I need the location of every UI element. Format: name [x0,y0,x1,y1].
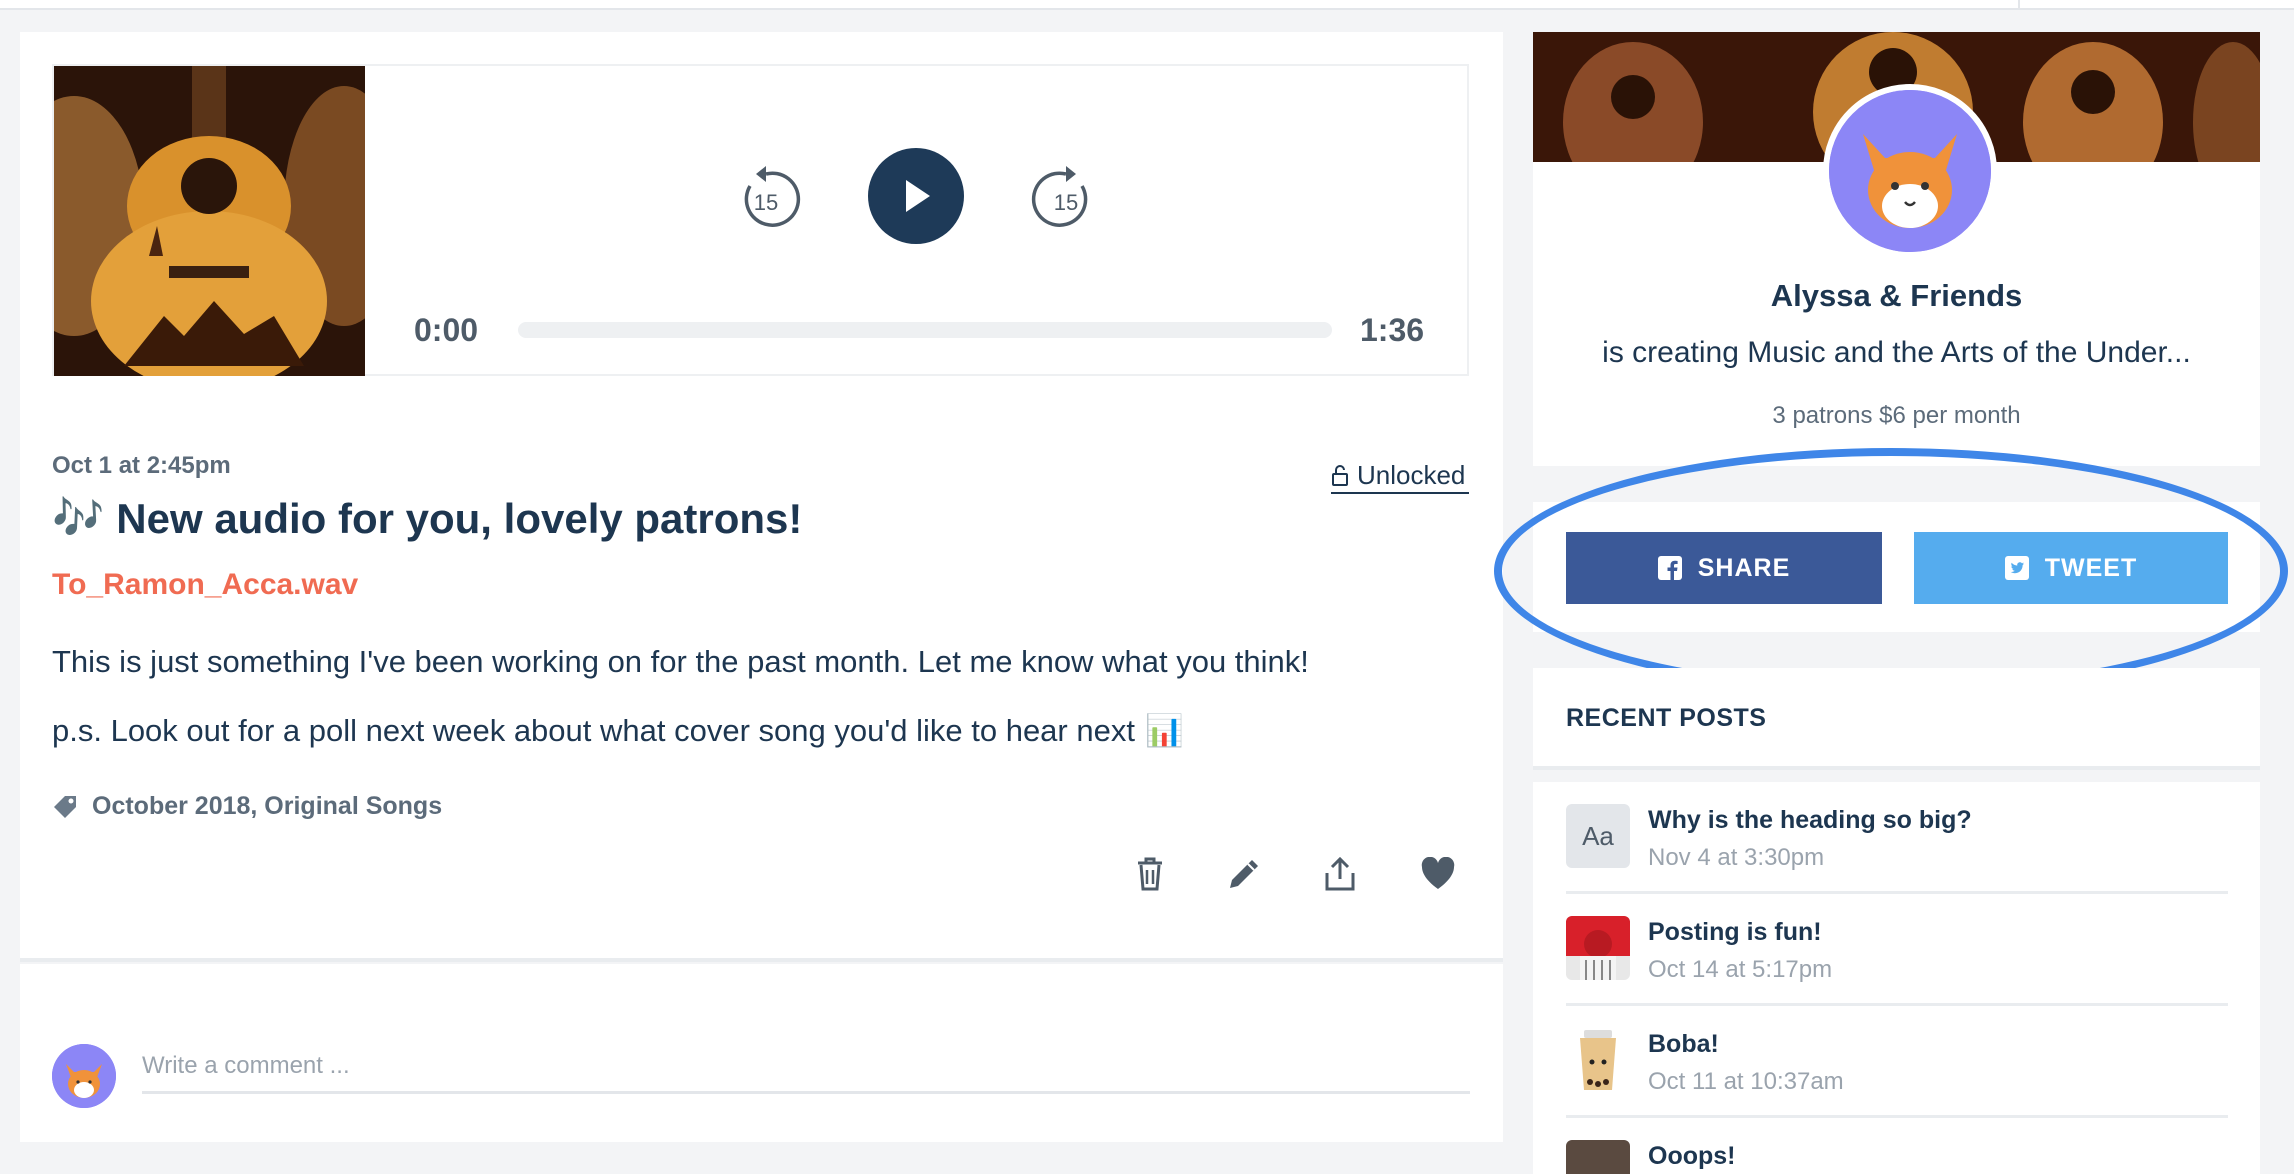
post-body-line-1: This is just something I've been working… [52,644,1309,679]
creator-name[interactable]: Alyssa & Friends [1533,278,2260,314]
post-body-line-2: p.s. Look out for a poll next week about… [52,712,1184,749]
share-post-button[interactable] [1318,852,1362,896]
play-icon [906,180,930,212]
total-time: 1:36 [1360,312,1425,348]
recent-post-title: Why is the heading so big? [1648,806,1972,834]
share-upload-icon [1325,856,1355,891]
user-avatar [52,1044,116,1108]
top-nav-divider [2018,0,2020,10]
recent-posts-header: RECENT POSTS [1533,668,2260,770]
tag-icon [54,795,76,818]
rewind-15-button[interactable]: 15 [730,164,802,236]
post-date: Oct 1 at 2:45pm [52,452,231,479]
creator-card: Alyssa & Friends is creating Music and t… [1533,32,2260,466]
post-title: 🎶 New audio for you, lovely patrons! [52,494,802,543]
recent-post-item[interactable]: Boba! Oct 11 at 10:37am [1566,1006,2228,1118]
audio-player: 15 15 0:00 1:36 [52,64,1469,376]
recent-post-date: Oct 11 at 10:37am [1648,1068,1844,1095]
recent-post-title: Posting is fun! [1648,918,1822,946]
like-button[interactable] [1416,852,1460,896]
post-tags: October 2018, Original Songs [52,792,442,821]
heart-icon [1421,857,1455,889]
recent-post-date: Oct 14 at 5:17pm [1648,956,1833,983]
recent-post-item[interactable]: Ooops! [1566,1118,2228,1174]
audio-file-link[interactable]: To_Ramon_Acca.wav [52,568,358,602]
post-thumbnail-image [1566,1140,1630,1174]
bar-chart-icon: 📊 [1144,713,1184,748]
post-thumbnail-image [1566,916,1630,980]
recent-post-title: Boba! [1648,1030,1719,1058]
edit-button[interactable] [1222,852,1266,896]
delete-button[interactable] [1128,852,1172,896]
album-art-guitars [54,66,365,376]
unlocked-status-link[interactable]: Unlocked [1331,458,1469,494]
forward-15-button[interactable]: 15 [1030,164,1102,236]
highlight-annotation-ellipse [1494,448,2288,694]
recent-post-item[interactable]: Posting is fun! Oct 14 at 5:17pm [1566,894,2228,1006]
unlocked-label: Unlocked [1357,459,1466,490]
text-post-thumbnail: Aa [1566,804,1630,868]
pencil-icon [1230,860,1258,888]
recent-posts-list: Aa Why is the heading so big? Nov 4 at 3… [1533,782,2260,1174]
trash-icon [1138,857,1162,891]
current-time: 0:00 [414,312,479,348]
svg-text:15: 15 [1054,190,1078,215]
music-notes-icon: 🎶 [52,494,105,541]
tags-text[interactable]: October 2018, Original Songs [92,792,442,821]
boba-thumbnail-image [1566,1028,1630,1092]
top-nav-bar [0,0,2294,10]
creator-stats: 3 patrons $6 per month [1772,402,2021,429]
recent-posts-heading: RECENT POSTS [1566,704,1767,732]
recent-post-date: Nov 4 at 3:30pm [1648,844,1825,871]
svg-text:15: 15 [754,190,778,215]
recent-post-title: Ooops! [1648,1142,1736,1170]
recent-post-item[interactable]: Aa Why is the heading so big? Nov 4 at 3… [1566,782,2228,894]
post-divider [20,958,1503,962]
comment-input[interactable] [142,1040,1470,1094]
progress-bar[interactable] [518,322,1332,338]
post-body-line-2-text: p.s. Look out for a poll next week about… [52,712,1135,748]
post-title-text: New audio for you, lovely patrons! [116,494,803,542]
unlock-icon [1332,465,1348,486]
creator-description: is creating Music and the Arts of the Un… [1602,336,2191,369]
play-button[interactable] [868,148,964,244]
creator-avatar [1823,84,1997,258]
